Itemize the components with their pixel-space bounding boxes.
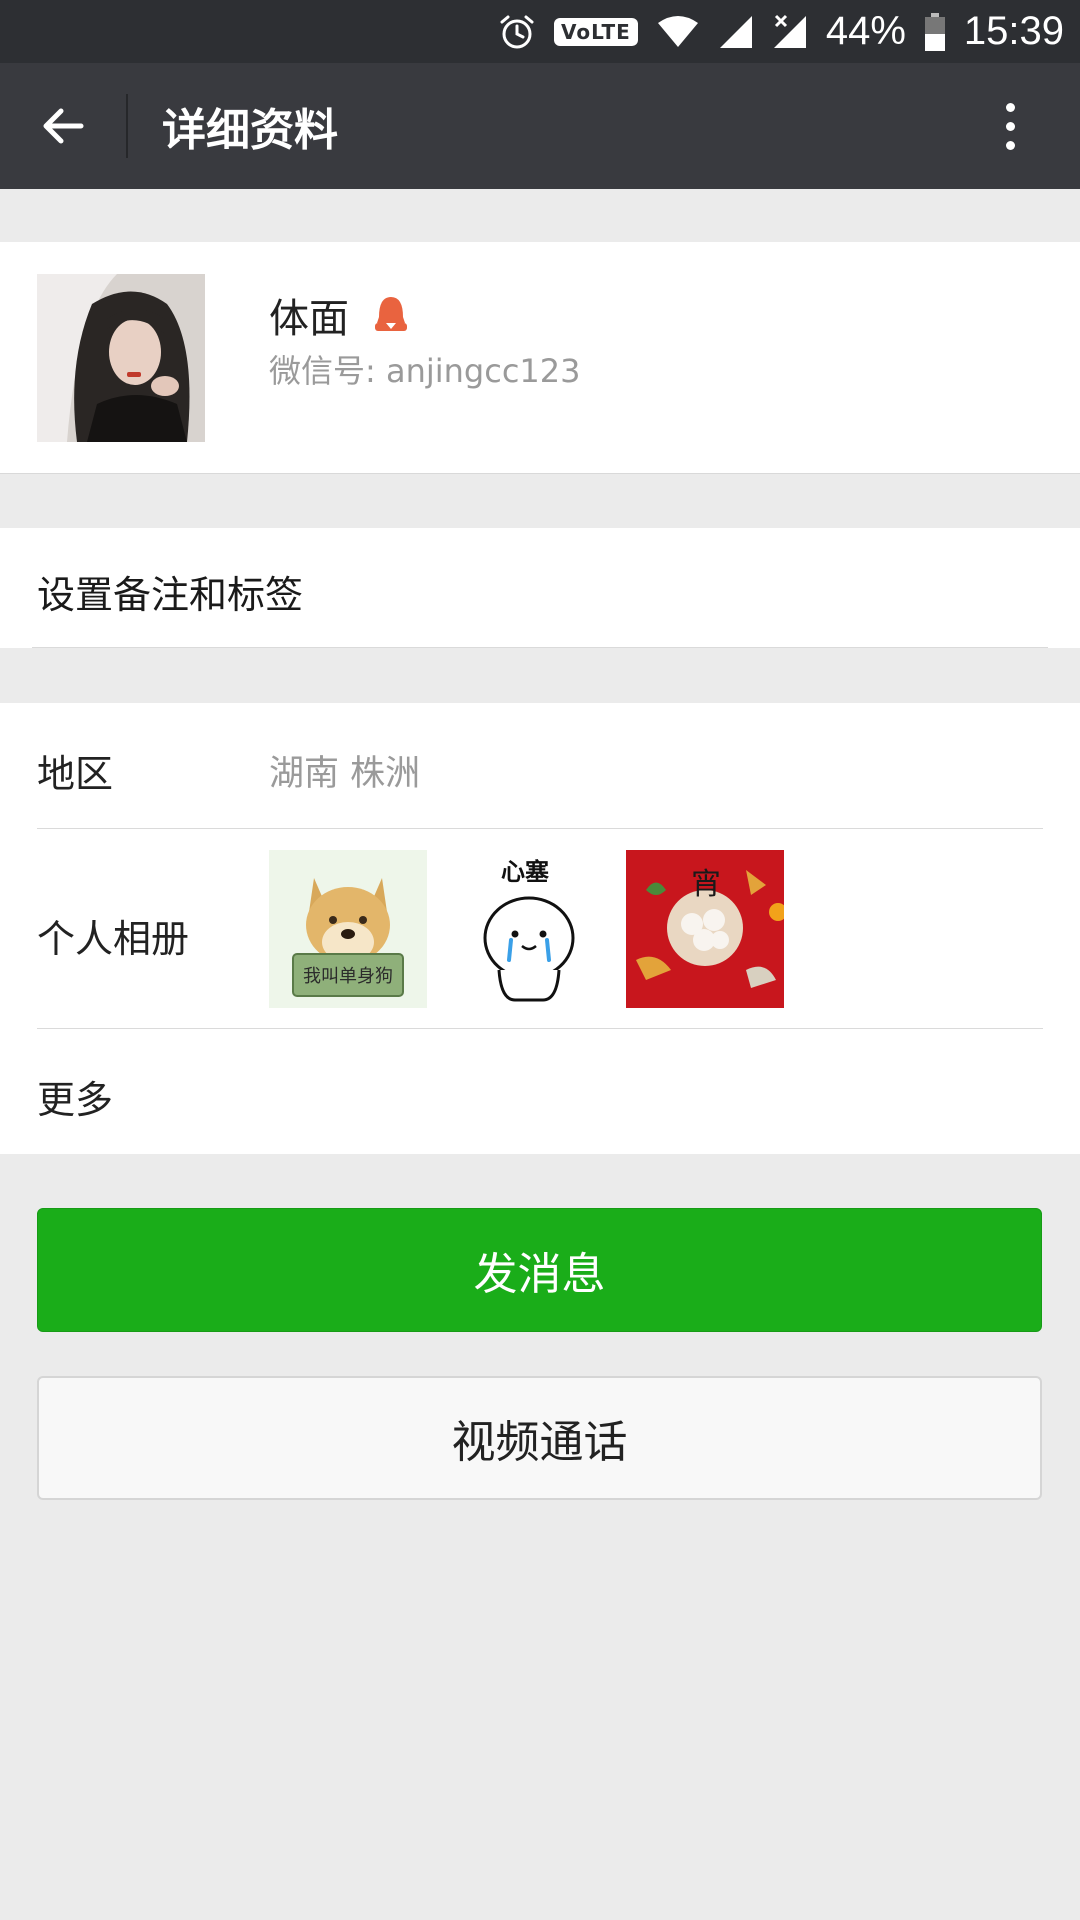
send-message-button[interactable]: 发消息 (37, 1208, 1042, 1332)
page-title: 详细资料 (162, 105, 338, 156)
set-remark-tags-row[interactable]: 设置备注和标签 (0, 528, 1080, 648)
signal-no-service-icon (772, 14, 808, 50)
avatar[interactable] (37, 274, 205, 442)
signal-icon (718, 14, 754, 50)
album-photo: 心塞 (451, 850, 609, 1008)
battery-percent: 44% (825, 9, 906, 53)
more-label: 更多 (37, 1078, 114, 1122)
contact-name: 体面 (269, 296, 349, 342)
more-options-button[interactable] (980, 63, 1040, 189)
divider (37, 828, 1043, 829)
name-row: 体面 (269, 286, 411, 344)
clock: 15:39 (963, 9, 1064, 53)
info-section: 地区 湖南 株洲 个人相册 我叫单身狗 心塞 宵 更多 (0, 703, 1080, 1154)
volte-badge: VoLTE (553, 17, 638, 46)
divider (37, 1028, 1043, 1029)
back-button[interactable] (0, 63, 126, 189)
more-dot-icon (1005, 102, 1015, 112)
album-photo: 我叫单身狗 (269, 850, 427, 1008)
wifi-icon (656, 15, 700, 49)
set-remark-tags-label: 设置备注和标签 (37, 573, 304, 617)
divider (32, 647, 1048, 648)
alarm-icon (498, 13, 536, 51)
profile-card: 体面 微信号: anjingcc123 (0, 242, 1080, 474)
personal-album-label: 个人相册 (37, 917, 190, 961)
album-photo-caption: 宵 (691, 867, 721, 902)
female-icon (371, 293, 411, 337)
more-dot-icon (1005, 140, 1015, 150)
video-call-button[interactable]: 视频通话 (37, 1376, 1042, 1500)
battery-icon (924, 12, 946, 52)
status-bar: VoLTE 44% 15:39 (0, 0, 1080, 63)
app-bar-divider (126, 94, 128, 158)
app-bar: 详细资料 (0, 63, 1080, 189)
album-photo-caption: 心塞 (501, 858, 549, 886)
more-dot-icon (1005, 121, 1015, 131)
album-photo-caption: 我叫单身狗 (303, 966, 393, 987)
region-label: 地区 (37, 752, 114, 796)
wechat-id: 微信号: anjingcc123 (269, 352, 581, 390)
album-photo: 宵 (626, 850, 784, 1008)
back-arrow-icon (43, 108, 84, 144)
region-value: 湖南 株洲 (269, 754, 421, 794)
